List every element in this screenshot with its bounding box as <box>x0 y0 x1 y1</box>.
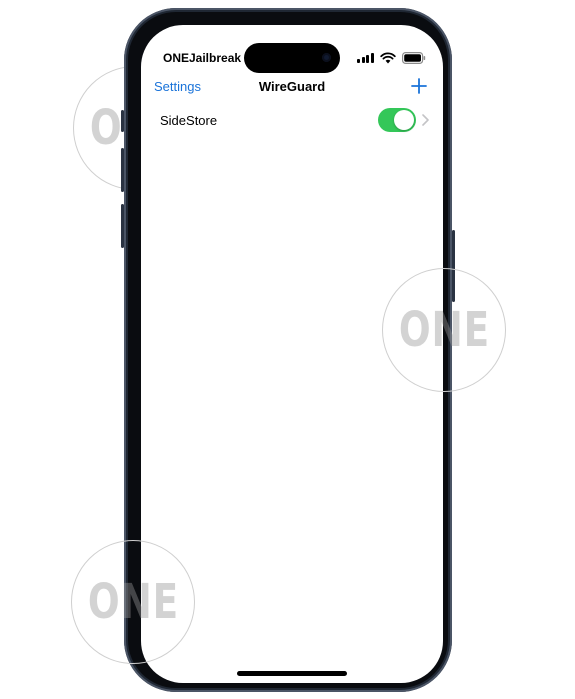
dynamic-island <box>244 43 340 73</box>
cellular-signal-icon <box>357 53 374 63</box>
phone-frame: ONEJailbreak Settings WireGuard SideStor… <box>121 8 455 692</box>
phone-bezel: ONEJailbreak Settings WireGuard SideStor… <box>128 12 448 688</box>
list-item[interactable]: SideStore <box>141 105 443 135</box>
status-icons <box>357 52 426 64</box>
home-indicator[interactable] <box>237 671 347 676</box>
plus-icon <box>411 78 427 94</box>
wifi-icon <box>379 52 396 64</box>
chevron-right-icon <box>422 114 429 126</box>
page-title: WireGuard <box>258 79 326 94</box>
volume-up-button <box>121 148 124 192</box>
power-button <box>452 230 455 302</box>
screen: ONEJailbreak Settings WireGuard SideStor… <box>141 25 443 683</box>
volume-down-button <box>121 204 124 248</box>
toggle-knob <box>394 110 414 130</box>
battery-icon <box>401 52 425 64</box>
front-camera-icon <box>322 53 331 62</box>
tunnel-name: SideStore <box>160 113 218 128</box>
tunnel-toggle[interactable] <box>378 108 416 132</box>
action-button <box>121 110 124 132</box>
carrier-label: ONEJailbreak <box>163 51 242 65</box>
add-tunnel-button[interactable] <box>409 76 429 96</box>
